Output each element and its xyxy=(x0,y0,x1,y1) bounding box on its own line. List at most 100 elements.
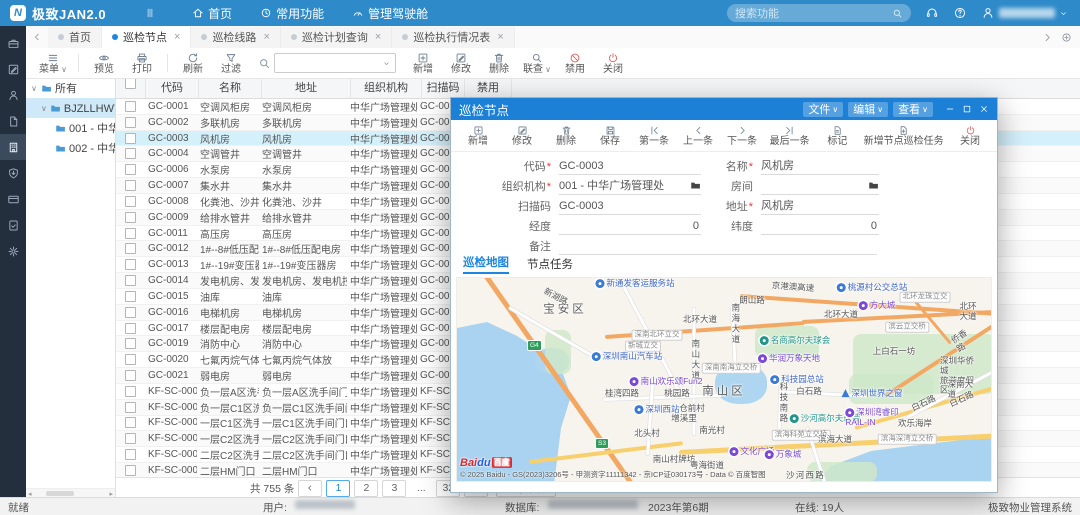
tab-close-icon[interactable]: × xyxy=(174,31,180,43)
dialog-toolbar-新增节点巡检任务[interactable]: 新增节点巡检任务 xyxy=(862,125,945,147)
column-header-组织机构[interactable]: 组织机构 xyxy=(351,78,422,98)
page-button-2[interactable]: 2 xyxy=(354,480,378,497)
tab-close-icon[interactable]: × xyxy=(263,31,269,43)
toolbar-禁用[interactable]: 禁用 xyxy=(556,52,594,75)
sidebar-module-card[interactable] xyxy=(0,186,26,212)
tree-caret-icon[interactable]: ∨ xyxy=(41,104,47,113)
row-checkbox[interactable] xyxy=(125,417,136,428)
toolbar-修改[interactable]: 修改 xyxy=(442,52,480,75)
row-checkbox[interactable] xyxy=(125,228,136,239)
toolbar-过滤[interactable]: 过滤 xyxy=(212,52,250,75)
dialog-toolbar-保存[interactable]: 保存 xyxy=(591,125,629,147)
dialog-titlebar[interactable]: 巡检节点 文件∨编辑∨查看∨ xyxy=(451,98,997,120)
tab-巡检节点[interactable]: 巡检节点× xyxy=(102,27,191,48)
row-checkbox[interactable] xyxy=(125,402,136,413)
field-名称[interactable]: 风机房 xyxy=(761,158,879,175)
sidebar-module-shield-down[interactable] xyxy=(0,160,26,186)
page-button-1[interactable]: 1 xyxy=(326,480,350,497)
sidebar-module-doc-check[interactable] xyxy=(0,212,26,238)
dialog-toolbar-删除[interactable]: 删除 xyxy=(547,125,585,147)
row-checkbox[interactable] xyxy=(125,291,136,302)
toolbar-新增[interactable]: 新增 xyxy=(404,52,442,75)
tree-node-BJZLLHWY - 北[interactable]: ∨BJZLLHWY - 北 xyxy=(26,98,115,118)
sidebar-module-user[interactable] xyxy=(0,82,26,108)
sidebar-module-pen-square[interactable] xyxy=(0,56,26,82)
dialog-toolbar-第一条[interactable]: 第一条 xyxy=(635,125,673,147)
tab-巡检执行情况表[interactable]: 巡检执行情况表× xyxy=(392,27,514,48)
sidebar-module-building[interactable] xyxy=(0,134,26,160)
dialog-tab-节点任务[interactable]: 节点任务 xyxy=(527,256,573,274)
tab-首页[interactable]: 首页 xyxy=(48,27,102,48)
dialog-toolbar-新增[interactable]: 新增 xyxy=(459,125,497,147)
column-header-代码[interactable]: 代码 xyxy=(146,78,199,98)
row-checkbox[interactable] xyxy=(125,212,136,223)
headset-icon[interactable] xyxy=(925,6,939,20)
checkbox[interactable] xyxy=(125,78,136,89)
sidebar-module-gear[interactable] xyxy=(0,238,26,264)
field-扫描码[interactable]: GC-0003 xyxy=(559,198,701,215)
page-button-3[interactable]: 3 xyxy=(382,480,406,497)
tabs-scroll-right-icon[interactable] xyxy=(1042,32,1053,43)
folder-picker-icon[interactable] xyxy=(690,180,701,191)
row-checkbox[interactable] xyxy=(125,433,136,444)
toolbar-刷新[interactable]: 刷新 xyxy=(174,52,212,75)
user-menu[interactable] xyxy=(981,6,1068,20)
dialog-toolbar-修改[interactable]: 修改 xyxy=(503,125,541,147)
dialog-menu-文件[interactable]: 文件∨ xyxy=(803,102,843,117)
maximize-icon[interactable] xyxy=(962,104,972,114)
toolbar-关闭[interactable]: 关闭 xyxy=(594,52,632,75)
row-checkbox[interactable] xyxy=(125,338,136,349)
dialog-tab-巡检地图[interactable]: 巡检地图 xyxy=(463,254,509,274)
row-checkbox[interactable] xyxy=(125,465,136,476)
column-header-地址[interactable]: 地址 xyxy=(262,78,351,98)
tab-巡检计划查询[interactable]: 巡检计划查询× xyxy=(281,27,392,48)
field-代码[interactable]: GC-0003 xyxy=(559,158,701,175)
sidebar-module-file[interactable] xyxy=(0,108,26,134)
column-header-禁用[interactable]: 禁用 xyxy=(465,78,512,98)
baidu-map[interactable]: G4S3新通发客运服务站宝安区新湖路北环大道深南北环立交新城立交深圳南山汽车站京… xyxy=(456,277,992,482)
tree-caret-icon[interactable]: ∨ xyxy=(30,84,38,93)
tab-巡检线路[interactable]: 巡检线路× xyxy=(191,27,280,48)
row-checkbox[interactable] xyxy=(125,275,136,286)
row-checkbox[interactable] xyxy=(125,196,136,207)
field-组织机构[interactable]: 001 - 中华广场管理处 xyxy=(559,178,701,195)
tree-node-001 - 中华广[interactable]: 001 - 中华广 xyxy=(26,118,115,138)
row-checkbox[interactable] xyxy=(125,354,136,365)
dialog-toolbar-下一条[interactable]: 下一条 xyxy=(723,125,761,147)
toolbar-联查[interactable]: 联查 ∨ xyxy=(518,52,556,75)
field-房间[interactable] xyxy=(761,178,879,195)
help-icon[interactable] xyxy=(953,6,967,20)
row-checkbox[interactable] xyxy=(125,259,136,270)
row-checkbox[interactable] xyxy=(125,449,136,460)
dialog-toolbar-上一条[interactable]: 上一条 xyxy=(679,125,717,147)
column-header-名称[interactable]: 名称 xyxy=(199,78,262,98)
dialog-menu-查看[interactable]: 查看∨ xyxy=(893,102,933,117)
global-search-input[interactable]: 搜索功能 xyxy=(727,4,911,22)
field-remark[interactable] xyxy=(559,238,877,255)
quick-search-input[interactable] xyxy=(274,53,396,73)
toolbar-删除[interactable]: 删除 xyxy=(480,52,518,75)
tabs-more-icon[interactable] xyxy=(1061,32,1072,43)
scroll-thumb[interactable] xyxy=(46,491,74,496)
topnav-item-1[interactable]: 常用功能 xyxy=(246,0,338,26)
dialog-toolbar-关闭[interactable]: 关闭 xyxy=(951,125,989,147)
row-checkbox[interactable] xyxy=(125,370,136,381)
select-all-checkbox[interactable] xyxy=(115,78,146,98)
row-checkbox[interactable] xyxy=(125,243,136,254)
row-checkbox[interactable] xyxy=(125,101,136,112)
toolbar-打印[interactable]: 打印 xyxy=(123,52,161,75)
field-经度[interactable]: 0 xyxy=(559,218,701,235)
tabs-scroll-left-icon[interactable] xyxy=(26,32,48,42)
row-checkbox[interactable] xyxy=(125,148,136,159)
row-checkbox[interactable] xyxy=(125,323,136,334)
row-checkbox[interactable] xyxy=(125,133,136,144)
row-checkbox[interactable] xyxy=(125,386,136,397)
topnav-item-2[interactable]: 管理驾驶舱 xyxy=(338,0,442,26)
page-prev-icon[interactable] xyxy=(298,480,322,497)
row-checkbox[interactable] xyxy=(125,180,136,191)
row-checkbox[interactable] xyxy=(125,164,136,175)
row-checkbox[interactable] xyxy=(125,117,136,128)
dialog-toolbar-最后一条[interactable]: 最后一条 xyxy=(767,125,812,147)
tab-close-icon[interactable]: × xyxy=(497,31,503,43)
toolbar-菜单[interactable]: 菜单 ∨ xyxy=(34,52,72,75)
